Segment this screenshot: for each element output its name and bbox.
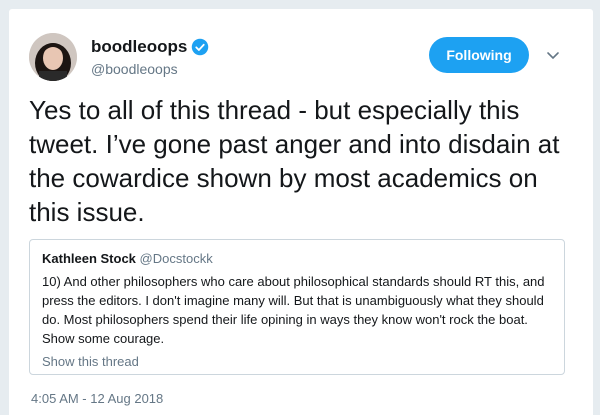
quoted-tweet-text: 10) And other philosophers who care abou… bbox=[42, 274, 545, 346]
user-name[interactable]: boodleoops bbox=[91, 37, 187, 57]
chevron-down-icon[interactable] bbox=[545, 47, 561, 63]
avatar-image bbox=[29, 33, 77, 81]
user-name-row[interactable]: boodleoops bbox=[91, 37, 209, 57]
tweet-card: boodleoops @boodleoops Following Yes to … bbox=[8, 8, 594, 415]
tweet-timestamp[interactable]: 4:05 AM - 12 Aug 2018 bbox=[31, 391, 163, 406]
tweet-text: Yes to all of this thread - but especial… bbox=[29, 95, 560, 227]
verified-badge-icon bbox=[192, 38, 209, 56]
quoted-user-name: Kathleen Stock bbox=[42, 251, 136, 266]
following-button[interactable]: Following bbox=[429, 37, 529, 73]
quoted-user-handle: @Docstockk bbox=[139, 251, 213, 266]
show-thread-link[interactable]: Show this thread bbox=[42, 354, 139, 369]
user-handle[interactable]: @boodleoops bbox=[91, 61, 178, 77]
quoted-tweet[interactable]: Kathleen Stock @Docstockk 10) And other … bbox=[29, 239, 565, 375]
avatar[interactable] bbox=[29, 33, 77, 81]
quoted-tweet-header: Kathleen Stock @Docstockk bbox=[42, 250, 552, 268]
